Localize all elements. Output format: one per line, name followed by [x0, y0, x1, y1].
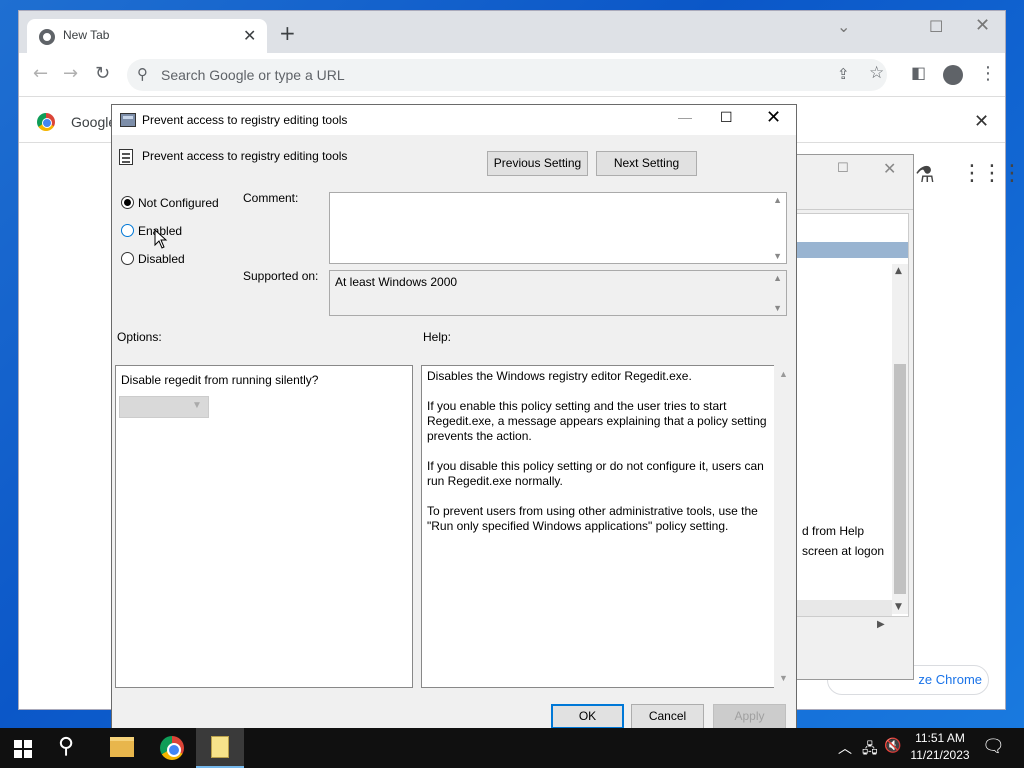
- chrome-tab-title: New Tab: [63, 28, 110, 42]
- dialog-titlebar: Prevent access to registry editing tools…: [112, 105, 796, 135]
- new-tab-plus-icon[interactable]: +: [279, 23, 296, 43]
- scroll-down-icon[interactable]: ▼: [895, 602, 902, 612]
- supported-on-field: At least Windows 2000 ▲ ▼: [329, 270, 787, 316]
- settings-list-panel: ▲ ▼ d from Help screen at logon: [795, 213, 909, 617]
- share-icon[interactable]: ⇪: [837, 65, 850, 83]
- chrome-tabstrip: New Tab ✕ + ⌄ ☐ ✕: [19, 11, 1005, 53]
- scroll-down-icon[interactable]: ▼: [779, 673, 788, 683]
- search-icon[interactable]: ⚲: [58, 734, 74, 759]
- chrome-toolbar: ← → ↻ ⚲ Search Google or type a URL ⇪ ☆ …: [19, 53, 1005, 97]
- labs-flask-icon[interactable]: ⚗: [915, 163, 935, 188]
- kebab-menu-icon[interactable]: ⋮: [979, 63, 997, 84]
- omnibox[interactable]: ⚲ Search Google or type a URL ⇪ ☆: [127, 59, 887, 91]
- list-item[interactable]: d from Help: [802, 524, 864, 538]
- tray-chevron-up-icon[interactable]: ︿: [838, 738, 852, 758]
- network-icon[interactable]: 🖧: [862, 738, 878, 762]
- help-paragraph: Disables the Windows registry editor Reg…: [427, 369, 692, 383]
- maximize-icon[interactable]: ☐: [929, 17, 943, 36]
- forward-arrow-icon[interactable]: →: [63, 63, 78, 84]
- policy-document-icon: [119, 149, 133, 165]
- policy-window-icon: [120, 113, 136, 127]
- chevron-down-icon[interactable]: ⌄: [837, 17, 850, 36]
- clock-time[interactable]: 11:51 AM: [904, 731, 976, 745]
- background-editor-window: ☐ ✕ ▲ ▼ d from Help screen at logon ▶: [790, 154, 914, 680]
- options-label: Options:: [117, 330, 162, 344]
- windows-start-icon[interactable]: [14, 740, 32, 758]
- supported-on-value: At least Windows 2000: [335, 275, 458, 289]
- infobar-close-icon[interactable]: ✕: [974, 111, 989, 132]
- not-configured-label[interactable]: Not Configured: [138, 196, 219, 210]
- chevron-down-icon: ▼: [192, 400, 202, 411]
- chrome-logo-icon: [37, 113, 55, 131]
- reload-icon[interactable]: ↻: [95, 63, 110, 84]
- help-scrollbar[interactable]: ▲ ▼: [774, 365, 794, 688]
- comment-label: Comment:: [243, 191, 299, 205]
- tab-close-icon[interactable]: ✕: [243, 26, 256, 45]
- back-arrow-icon[interactable]: ←: [33, 63, 48, 84]
- divider: [791, 209, 913, 210]
- maximize-icon[interactable]: ☐: [837, 161, 849, 176]
- ok-button[interactable]: OK: [551, 704, 624, 729]
- comment-textarea[interactable]: ▲ ▼: [329, 192, 787, 264]
- taskbar: ⚲ ︿ 🖧 🔇 11:51 AM 11/21/2023 🗨: [0, 728, 1024, 768]
- silent-regedit-dropdown[interactable]: ▼: [119, 396, 209, 418]
- scroll-up-icon[interactable]: ▲: [773, 273, 782, 283]
- maximize-icon[interactable]: ☐: [720, 109, 733, 126]
- disabled-radio[interactable]: [121, 252, 134, 265]
- not-configured-radio[interactable]: [121, 196, 134, 209]
- scroll-down-icon[interactable]: ▼: [773, 251, 782, 261]
- help-label: Help:: [423, 330, 452, 344]
- apply-button[interactable]: Apply: [713, 704, 786, 729]
- help-paragraph: To prevent users from using other admini…: [427, 504, 758, 533]
- bookmark-star-icon[interactable]: ☆: [869, 63, 884, 83]
- close-icon[interactable]: ✕: [883, 159, 896, 178]
- notepad-taskbar-button[interactable]: [196, 728, 244, 768]
- chrome-tab-new-tab[interactable]: New Tab ✕: [27, 19, 267, 53]
- scroll-right-icon[interactable]: ▶: [877, 619, 885, 630]
- mouse-pointer-icon: [154, 229, 168, 249]
- vertical-scrollbar[interactable]: ▲ ▼: [892, 264, 908, 614]
- enabled-radio[interactable]: [121, 224, 134, 237]
- list-item[interactable]: [796, 600, 892, 616]
- profile-avatar-icon[interactable]: [943, 65, 963, 85]
- apps-grid-icon[interactable]: ⋮⋮⋮: [961, 161, 1023, 186]
- selected-row[interactable]: [796, 242, 908, 258]
- scroll-up-icon[interactable]: ▲: [895, 266, 902, 276]
- minimize-icon[interactable]: —: [678, 109, 692, 125]
- list-item[interactable]: screen at logon: [802, 544, 884, 558]
- policy-name: Prevent access to registry editing tools: [142, 149, 348, 163]
- previous-setting-button[interactable]: Previous Setting: [487, 151, 588, 176]
- notepad-icon: [211, 736, 229, 758]
- options-panel: Disable regedit from running silently? ▼: [115, 365, 413, 688]
- file-explorer-icon[interactable]: [110, 737, 134, 757]
- disabled-label[interactable]: Disabled: [138, 252, 185, 266]
- help-paragraph: If you enable this policy setting and th…: [427, 399, 767, 443]
- scroll-down-icon[interactable]: ▼: [773, 303, 782, 313]
- volume-muted-icon[interactable]: 🔇: [884, 738, 901, 754]
- scroll-up-icon[interactable]: ▲: [779, 369, 788, 379]
- side-panel-icon[interactable]: ◧: [911, 63, 926, 82]
- next-setting-button[interactable]: Next Setting: [596, 151, 697, 176]
- policy-setting-dialog: Prevent access to registry editing tools…: [111, 104, 797, 738]
- scroll-up-icon[interactable]: ▲: [773, 195, 782, 205]
- help-paragraph: If you disable this policy setting or do…: [427, 459, 764, 488]
- clock-date[interactable]: 11/21/2023: [904, 748, 976, 762]
- chrome-favicon-icon: [39, 29, 55, 45]
- supported-on-label: Supported on:: [243, 269, 319, 283]
- omnibox-placeholder: Search Google or type a URL: [161, 67, 345, 83]
- search-icon: ⚲: [137, 65, 148, 83]
- infobar-text: Google: [71, 114, 117, 130]
- cancel-button[interactable]: Cancel: [631, 704, 704, 729]
- help-panel: Disables the Windows registry editor Reg…: [421, 365, 775, 688]
- chrome-close-icon[interactable]: ✕: [975, 15, 990, 36]
- notification-center-icon[interactable]: 🗨: [982, 736, 1005, 757]
- scroll-thumb[interactable]: [894, 364, 906, 594]
- dialog-title: Prevent access to registry editing tools: [142, 113, 348, 127]
- chrome-taskbar-icon[interactable]: [160, 736, 184, 760]
- close-icon[interactable]: ✕: [766, 107, 781, 128]
- option-question: Disable regedit from running silently?: [121, 373, 319, 387]
